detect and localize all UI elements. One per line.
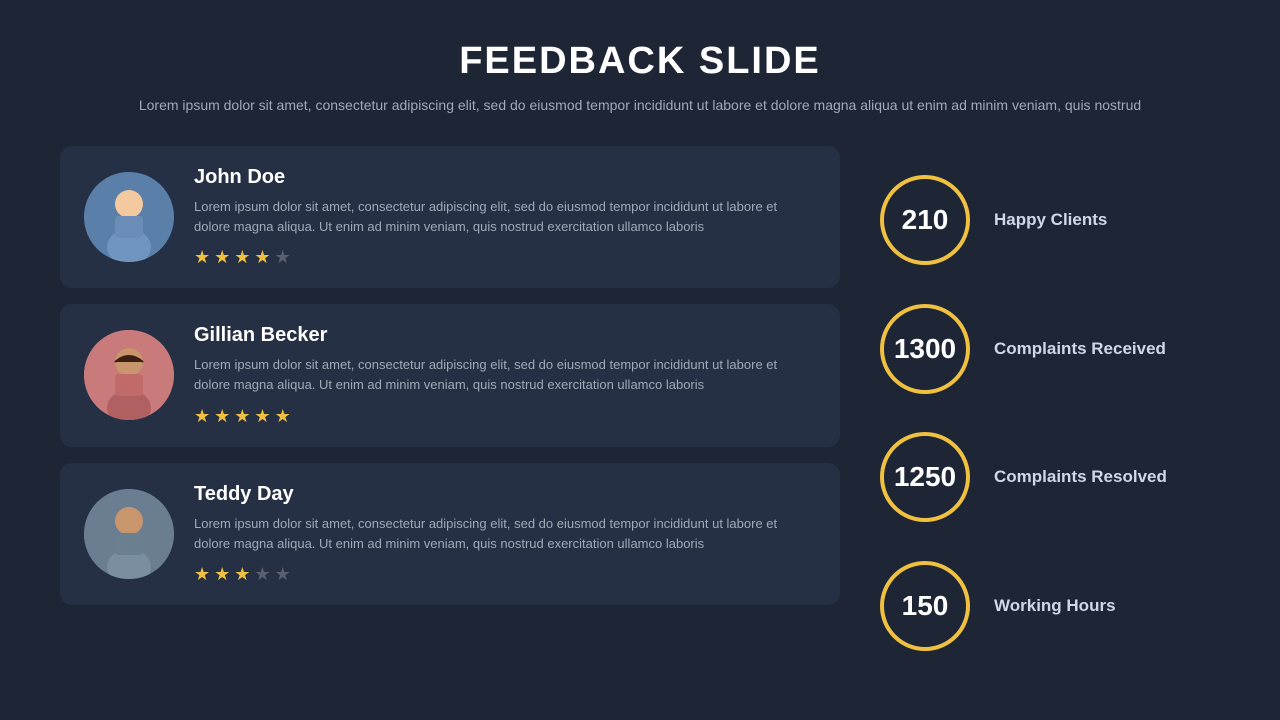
stat-circle: 210 bbox=[880, 175, 970, 265]
stat-item: 210 Happy Clients bbox=[880, 175, 1220, 265]
stat-circle: 1300 bbox=[880, 304, 970, 394]
star-filled-icon: ★ bbox=[234, 247, 250, 268]
testimonial-text: Lorem ipsum dolor sit amet, consectetur … bbox=[194, 197, 816, 237]
star-filled-icon: ★ bbox=[275, 406, 291, 427]
stat-label: Working Hours bbox=[994, 595, 1116, 617]
stat-number: 1250 bbox=[894, 461, 956, 493]
testimonial-name: Teddy Day bbox=[194, 483, 816, 506]
stat-circle: 150 bbox=[880, 561, 970, 651]
star-empty-icon: ★ bbox=[254, 564, 270, 585]
stat-number: 150 bbox=[902, 590, 949, 622]
star-filled-icon: ★ bbox=[214, 247, 230, 268]
page: FEEDBACK SLIDE Lorem ipsum dolor sit ame… bbox=[0, 0, 1280, 720]
page-title: FEEDBACK SLIDE bbox=[60, 40, 1220, 83]
stat-label: Complaints Resolved bbox=[994, 466, 1167, 488]
avatar bbox=[84, 172, 174, 262]
testimonial-card: Gillian Becker Lorem ipsum dolor sit amet… bbox=[60, 304, 840, 446]
stat-item: 150 Working Hours bbox=[880, 561, 1220, 651]
star-filled-icon: ★ bbox=[214, 406, 230, 427]
stat-circle: 1250 bbox=[880, 432, 970, 522]
testimonials-list: John Doe Lorem ipsum dolor sit amet, cons… bbox=[60, 146, 840, 680]
star-filled-icon: ★ bbox=[254, 406, 270, 427]
card-content: John Doe Lorem ipsum dolor sit amet, cons… bbox=[194, 166, 816, 268]
avatar bbox=[84, 330, 174, 420]
stat-number: 210 bbox=[902, 204, 949, 236]
stat-label: Complaints Received bbox=[994, 338, 1166, 360]
star-filled-icon: ★ bbox=[194, 247, 210, 268]
testimonial-name: Gillian Becker bbox=[194, 324, 816, 347]
star-rating: ★★★★★ bbox=[194, 247, 816, 268]
header-subtitle: Lorem ipsum dolor sit amet, consectetur … bbox=[60, 95, 1220, 116]
testimonial-card: John Doe Lorem ipsum dolor sit amet, cons… bbox=[60, 146, 840, 288]
star-filled-icon: ★ bbox=[254, 247, 270, 268]
stat-item: 1250 Complaints Resolved bbox=[880, 432, 1220, 522]
star-empty-icon: ★ bbox=[275, 247, 291, 268]
stat-label: Happy Clients bbox=[994, 209, 1107, 231]
testimonial-text: Lorem ipsum dolor sit amet, consectetur … bbox=[194, 355, 816, 395]
star-filled-icon: ★ bbox=[234, 564, 250, 585]
stats-panel: 210Happy Clients1300Complaints Received1… bbox=[880, 146, 1220, 680]
testimonial-name: John Doe bbox=[194, 166, 816, 189]
testimonial-text: Lorem ipsum dolor sit amet, consectetur … bbox=[194, 514, 816, 554]
star-filled-icon: ★ bbox=[194, 564, 210, 585]
star-rating: ★★★★★ bbox=[194, 406, 816, 427]
stat-item: 1300 Complaints Received bbox=[880, 304, 1220, 394]
star-filled-icon: ★ bbox=[194, 406, 210, 427]
star-filled-icon: ★ bbox=[234, 406, 250, 427]
header: FEEDBACK SLIDE Lorem ipsum dolor sit ame… bbox=[60, 40, 1220, 116]
avatar bbox=[84, 489, 174, 579]
star-rating: ★★★★★ bbox=[194, 564, 816, 585]
card-content: Gillian Becker Lorem ipsum dolor sit amet… bbox=[194, 324, 816, 426]
card-content: Teddy Day Lorem ipsum dolor sit amet, con… bbox=[194, 483, 816, 585]
main-content: John Doe Lorem ipsum dolor sit amet, cons… bbox=[60, 146, 1220, 680]
testimonial-card: Teddy Day Lorem ipsum dolor sit amet, con… bbox=[60, 463, 840, 605]
star-empty-icon: ★ bbox=[275, 564, 291, 585]
star-filled-icon: ★ bbox=[214, 564, 230, 585]
stat-number: 1300 bbox=[894, 333, 956, 365]
